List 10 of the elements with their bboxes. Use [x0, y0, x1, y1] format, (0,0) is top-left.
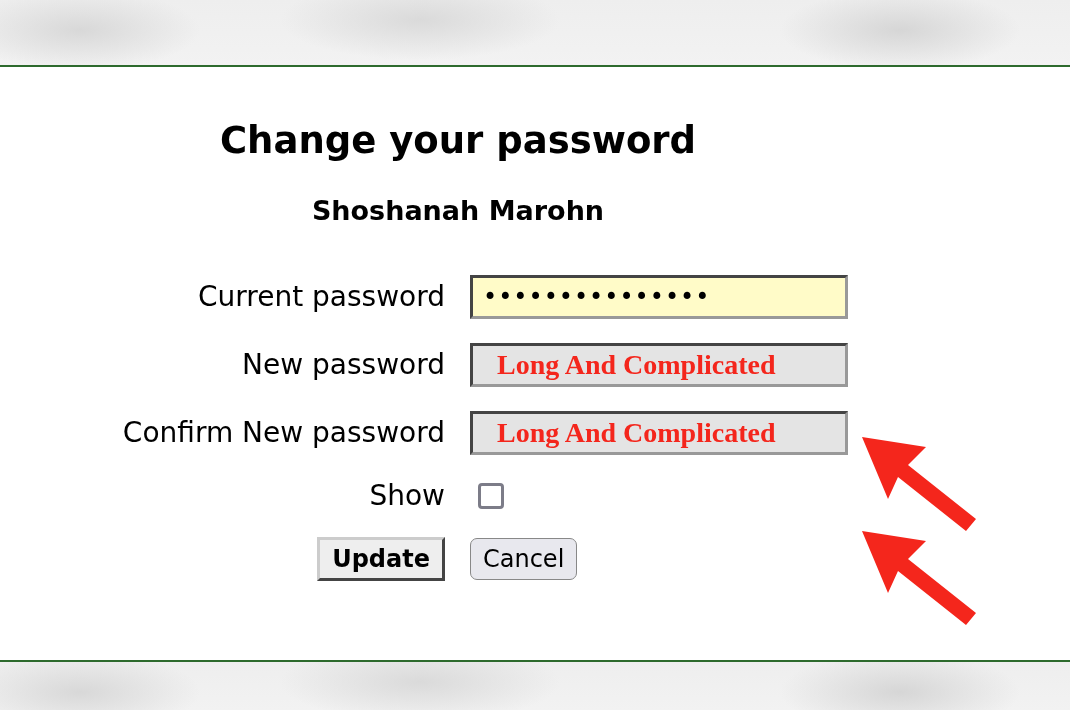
field-label: Confirm New password	[122, 416, 445, 450]
password-field[interactable]: •••••••••••••••	[470, 275, 848, 319]
page-title: Change your password	[218, 118, 698, 163]
update-button[interactable]: Update	[317, 537, 445, 581]
field-label: Current password	[198, 280, 445, 314]
user-name: Shoshanah Marohn	[310, 194, 606, 228]
show-label: Show	[369, 479, 445, 513]
field-label: New password	[242, 348, 445, 382]
show-checkbox[interactable]	[478, 483, 504, 509]
cancel-button[interactable]: Cancel	[470, 538, 578, 580]
